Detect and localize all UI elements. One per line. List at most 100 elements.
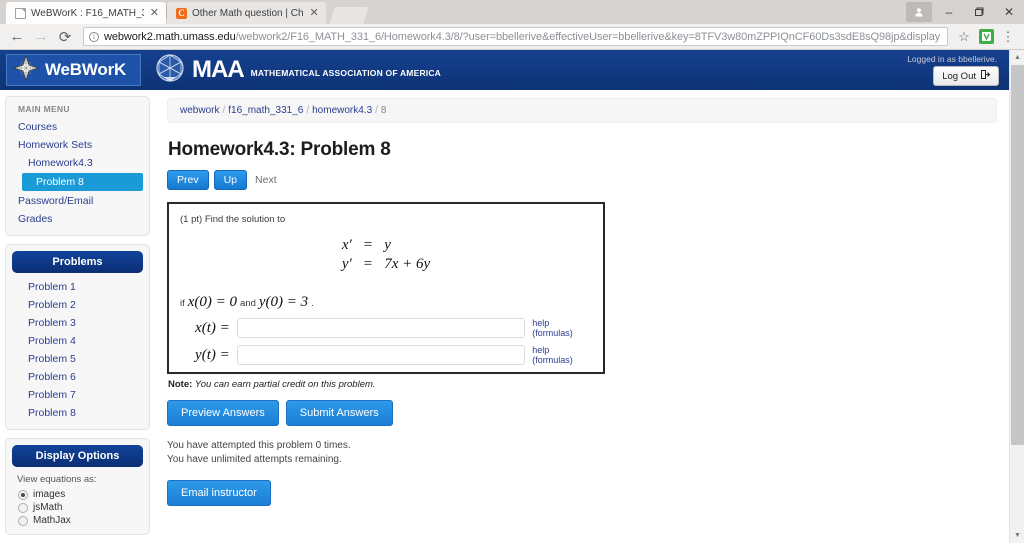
problem-link-1[interactable]: Problem 1 [6, 278, 149, 296]
email-instructor-button[interactable]: Email instructor [167, 480, 271, 506]
display-options-title[interactable]: Display Options [12, 445, 143, 467]
site-info-icon[interactable]: i [89, 31, 99, 42]
tab-strip: WeBWorK : F16_MATH_3 ✕ C Other Math ques… [0, 0, 1024, 24]
breadcrumb-separator: / [375, 105, 378, 116]
scrollbar-thumb[interactable] [1011, 65, 1024, 445]
breadcrumb-item-problem: 8 [380, 105, 387, 116]
partial-credit-note: Note: You can earn partial credit on thi… [168, 379, 997, 390]
submit-answers-button[interactable]: Submit Answers [285, 400, 393, 426]
answer-input-x[interactable] [236, 318, 526, 338]
problem-link-7[interactable]: Problem 7 [6, 386, 149, 404]
equation-lhs: y′ [341, 256, 352, 272]
view-equations-label: View equations as: [17, 474, 97, 485]
equation-row: x′ = y [336, 236, 436, 255]
maa-subtitle: MATHEMATICAL ASSOCIATION OF AMERICA [250, 67, 442, 78]
problems-panel-title[interactable]: Problems [12, 251, 143, 273]
page-scrollbar[interactable]: ▲ ▼ [1009, 50, 1024, 543]
sidebar-item-password-email[interactable]: Password/Email [6, 192, 149, 210]
scroll-up-icon[interactable]: ▲ [1010, 50, 1024, 65]
sidebar-item-grades[interactable]: Grades [6, 210, 149, 228]
webwork-header: WeBWorK MAA MATHEMATICAL ASSOCIATION OF … [0, 50, 1009, 90]
webwork-logo[interactable]: WeBWorK [6, 54, 141, 86]
main-menu-heading: MAIN MENU [18, 104, 70, 114]
breadcrumb-item-set[interactable]: homework4.3 [312, 105, 372, 116]
problem-link-5[interactable]: Problem 5 [6, 350, 149, 368]
breadcrumb: webwork / f16_math_331_6/homework4.3/8 [167, 98, 997, 123]
problem-link-3[interactable]: Problem 3 [6, 314, 149, 332]
answer-label-x: x(t) = [195, 319, 230, 336]
page-icon [15, 7, 26, 19]
radio-option-images[interactable]: images [6, 488, 149, 501]
breadcrumb-item-course[interactable]: f16_math_331_6 [228, 105, 303, 116]
equation-equals: = [363, 237, 373, 253]
radio-label-mathjax: MathJax [33, 515, 71, 526]
breadcrumb-separator: / [222, 105, 226, 116]
equation-equals: = [363, 256, 373, 272]
condition-prefix: if [180, 298, 185, 309]
radio-icon[interactable] [18, 489, 28, 500]
forward-icon[interactable]: → [30, 26, 52, 48]
close-icon[interactable]: ✕ [309, 7, 320, 19]
answer-input-y[interactable] [236, 345, 526, 365]
equation-rhs: 7x + 6y [384, 256, 431, 272]
webwork-page: WeBWorK MAA MATHEMATICAL ASSOCIATION OF … [0, 50, 1009, 543]
back-icon[interactable]: ← [6, 26, 28, 48]
log-out-button[interactable]: Log Out [933, 66, 999, 86]
browser-window: WeBWorK : F16_MATH_3 ✕ C Other Math ques… [0, 0, 1024, 544]
browser-tab-chegg[interactable]: C Other Math question | Ch ✕ [167, 2, 326, 24]
page-viewport: WeBWorK MAA MATHEMATICAL ASSOCIATION OF … [0, 50, 1024, 543]
prev-button[interactable]: Prev [167, 170, 209, 190]
sidebar-item-problem-8[interactable]: Problem 8 [22, 173, 143, 191]
minimize-icon[interactable]: – [934, 1, 964, 23]
logout-arrow-icon [981, 70, 991, 82]
help-formulas-link-y[interactable]: help (formulas) [532, 345, 592, 365]
extension-icon[interactable] [976, 27, 996, 47]
note-text: You can earn partial credit on this prob… [194, 379, 376, 390]
browser-menu-icon[interactable]: ⋮ [998, 27, 1018, 47]
problem-link-6[interactable]: Problem 6 [6, 368, 149, 386]
browser-tab-webwork[interactable]: WeBWorK : F16_MATH_3 ✕ [6, 2, 166, 24]
initial-conditions: if x(0) = 0 and y(0) = 3 . [180, 294, 592, 311]
sidebar-item-courses[interactable]: Courses [6, 118, 149, 136]
up-button[interactable]: Up [213, 170, 248, 190]
problem-link-2[interactable]: Problem 2 [6, 296, 149, 314]
problem-box: (1 pt) Find the solution to x′ = y y′ = … [167, 202, 605, 374]
help-formulas-link-x[interactable]: help (formulas) [532, 318, 592, 338]
breadcrumb-item-webwork[interactable]: webwork [180, 105, 219, 116]
radio-icon[interactable] [18, 502, 28, 513]
main-menu-panel: MAIN MENU Courses Homework Sets Homework… [5, 96, 150, 236]
system-of-equations: x′ = y y′ = 7x + 6y [180, 236, 592, 274]
new-tab-button[interactable] [329, 7, 369, 24]
equation-lhs: x′ [341, 237, 352, 253]
condition-join: and [240, 298, 256, 309]
reload-icon[interactable]: ⟳ [54, 26, 76, 48]
webwork-logo-text: WeBWorK [45, 60, 127, 79]
close-icon[interactable]: ✕ [149, 7, 160, 19]
answer-label-y: y(t) = [195, 346, 230, 363]
profile-icon[interactable] [906, 2, 932, 22]
radio-option-jsmath[interactable]: jsMath [6, 501, 149, 514]
sidebar: MAIN MENU Courses Homework Sets Homework… [0, 90, 155, 543]
window-controls: – ✕ [906, 0, 1024, 24]
close-window-icon[interactable]: ✕ [994, 1, 1024, 23]
problem-points: (1 pt) [180, 214, 203, 225]
radio-option-mathjax[interactable]: MathJax [6, 514, 149, 527]
bookmark-star-icon[interactable]: ☆ [954, 27, 974, 47]
preview-answers-button[interactable]: Preview Answers [167, 400, 279, 426]
maa-logo: MAA MATHEMATICAL ASSOCIATION OF AMERICA [155, 53, 441, 88]
equation-row: y′ = 7x + 6y [336, 255, 436, 274]
email-instructor-row: Email instructor [167, 480, 997, 506]
address-bar[interactable]: i webwork2.math.umass.edu/webwork2/F16_M… [83, 27, 948, 46]
problems-panel: Problems Problem 1 Problem 2 Problem 3 P… [5, 244, 150, 430]
radio-icon[interactable] [18, 515, 28, 526]
chegg-c-icon: C [176, 7, 187, 19]
scroll-down-icon[interactable]: ▼ [1010, 528, 1024, 543]
sidebar-item-homework43[interactable]: Homework4.3 [6, 154, 149, 172]
problem-link-8[interactable]: Problem 8 [6, 404, 149, 422]
sidebar-item-homework-sets[interactable]: Homework Sets [6, 136, 149, 154]
display-options-panel: Display Options View equations as: image… [5, 438, 150, 535]
maximize-icon[interactable] [964, 1, 994, 23]
page-title: Homework4.3: Problem 8 [168, 139, 391, 160]
problem-link-4[interactable]: Problem 4 [6, 332, 149, 350]
url-text: webwork2.math.umass.edu/webwork2/F16_MAT… [104, 31, 940, 43]
